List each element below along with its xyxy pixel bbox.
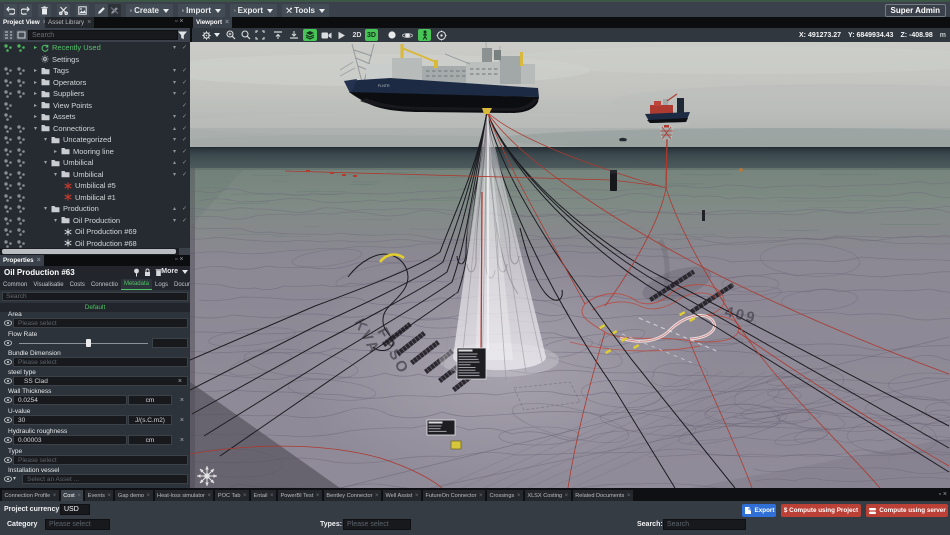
svg-text:FLNTR: FLNTR: [378, 84, 390, 88]
